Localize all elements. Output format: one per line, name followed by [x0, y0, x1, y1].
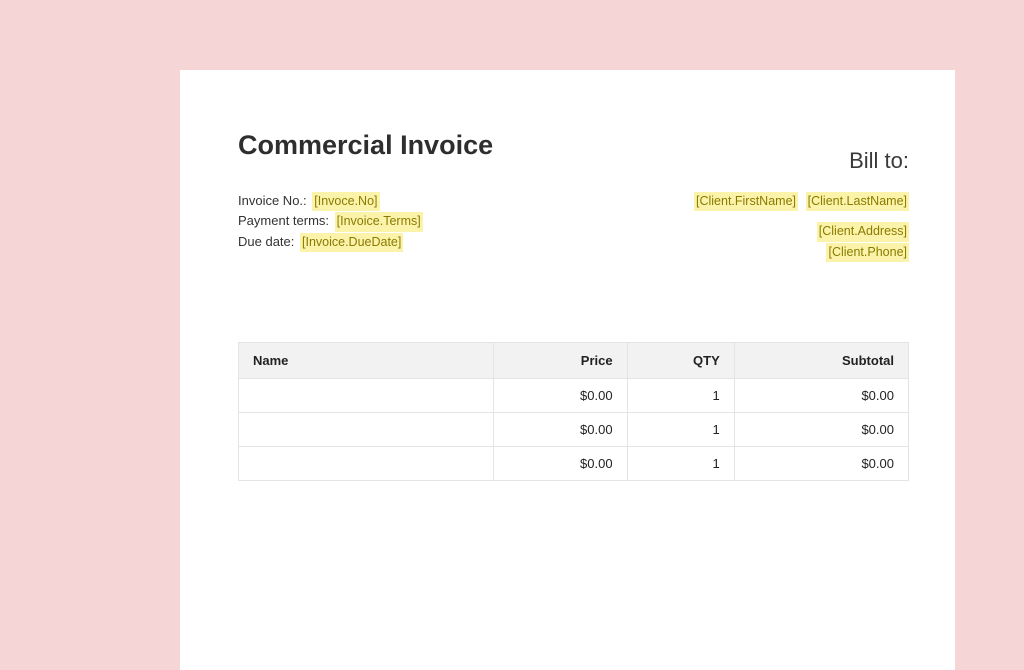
cell-name — [239, 447, 494, 481]
cell-subtotal: $0.00 — [734, 447, 908, 481]
col-header-price: Price — [493, 343, 627, 379]
client-phone-token: [Client.Phone] — [826, 243, 909, 262]
col-header-subtotal: Subtotal — [734, 343, 908, 379]
cell-name — [239, 379, 494, 413]
invoice-no-label: Invoice No.: — [238, 193, 307, 208]
col-header-name: Name — [239, 343, 494, 379]
cell-price: $0.00 — [493, 413, 627, 447]
table-row: $0.00 1 $0.00 — [239, 447, 909, 481]
cell-name — [239, 413, 494, 447]
invoice-no-token: [Invoce.No] — [312, 192, 379, 211]
col-header-qty: QTY — [627, 343, 734, 379]
invoice-meta: Invoice No.: [Invoce.No] Payment terms: … — [238, 191, 423, 252]
cell-subtotal: $0.00 — [734, 413, 908, 447]
cell-qty: 1 — [627, 447, 734, 481]
client-meta: [Client.FirstName] [Client.LastName] [Cl… — [690, 191, 909, 262]
due-date-token: [Invoice.DueDate] — [300, 233, 403, 252]
client-first-name-token: [Client.FirstName] — [694, 192, 798, 211]
due-date-label: Due date: — [238, 234, 294, 249]
line-items-table: Name Price QTY Subtotal $0.00 1 $0.00 $0… — [238, 342, 909, 481]
invoice-page: Commercial Invoice Bill to: Invoice No.:… — [180, 70, 955, 670]
page-title: Commercial Invoice — [238, 130, 493, 161]
client-address-token: [Client.Address] — [817, 222, 909, 241]
table-header-row: Name Price QTY Subtotal — [239, 343, 909, 379]
cell-price: $0.00 — [493, 447, 627, 481]
meta-row: Invoice No.: [Invoce.No] Payment terms: … — [238, 191, 909, 262]
table-row: $0.00 1 $0.00 — [239, 379, 909, 413]
cell-price: $0.00 — [493, 379, 627, 413]
payment-terms-label: Payment terms: — [238, 213, 329, 228]
cell-subtotal: $0.00 — [734, 379, 908, 413]
cell-qty: 1 — [627, 413, 734, 447]
client-last-name-token: [Client.LastName] — [806, 192, 909, 211]
payment-terms-token: [Invoice.Terms] — [335, 212, 423, 231]
header-row: Commercial Invoice Bill to: — [238, 130, 909, 191]
cell-qty: 1 — [627, 379, 734, 413]
table-row: $0.00 1 $0.00 — [239, 413, 909, 447]
bill-to-heading: Bill to: — [849, 148, 909, 174]
